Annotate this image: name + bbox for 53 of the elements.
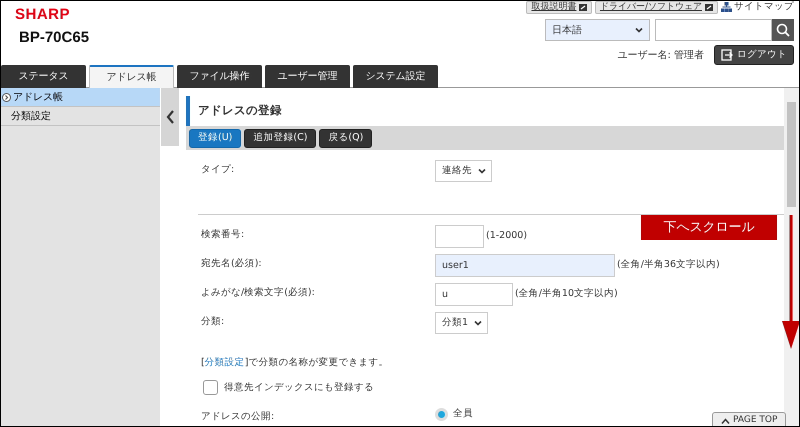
page-top-button[interactable]: PAGE TOP [712, 412, 786, 426]
chevron-up-icon [721, 418, 730, 424]
logout-icon [721, 49, 733, 62]
logout-button[interactable]: ログアウト [714, 45, 794, 66]
action-button[interactable]: 登録(U) [189, 128, 242, 148]
chevron-circle-icon [2, 92, 11, 102]
hierarchy-icon [720, 2, 732, 12]
action-button[interactable]: 追加登録(C) [244, 128, 316, 148]
hint-text: (全角/半角36文字以内) [617, 258, 720, 272]
user-name-label: ユーザー名: 管理者 [617, 48, 704, 63]
caret-icon [474, 320, 482, 326]
collapse-handle[interactable] [161, 88, 179, 146]
checkbox[interactable] [203, 380, 218, 396]
input-field[interactable]: user1 [435, 254, 615, 277]
checkbox-label: 得意先インデックスにも登録する [224, 380, 374, 395]
nav-tab[interactable]: アドレス帳 [89, 65, 174, 88]
nav-tab[interactable]: システム設定 [353, 65, 438, 88]
language-select[interactable]: 日本語 [545, 19, 650, 42]
field-label: タイプ: [201, 163, 236, 177]
field-label: 宛先名(必須): [201, 257, 263, 271]
field-label: よみがな/検索文字(必須): [201, 286, 316, 300]
scroll-down-annotation: 下へスクロール [641, 215, 777, 240]
chevron-left-icon [166, 110, 174, 124]
field-label: 分類: [201, 315, 226, 329]
nav-tab[interactable]: ユーザー管理 [265, 65, 350, 88]
search-icon [776, 23, 790, 38]
field-label: アドレスの公開: [201, 410, 276, 424]
model-name: BP-70C65 [19, 30, 90, 45]
hint-text: (1-2000) [486, 229, 528, 244]
input-field[interactable] [435, 225, 484, 248]
search-button[interactable] [772, 19, 794, 42]
dropdown[interactable]: 分類1 [435, 312, 488, 334]
radio-label: 全員 [453, 407, 473, 422]
manual-link[interactable]: 取扱説明書 [526, 1, 592, 14]
manual-link[interactable]: ドライバー/ソフトウェア [594, 1, 718, 14]
nav-tab[interactable]: ステータス [1, 65, 86, 88]
search-field[interactable] [655, 19, 772, 42]
caret-icon [635, 27, 643, 34]
logo-text: SHARP [15, 7, 72, 22]
category-settings-link[interactable]: 分類設定 [204, 357, 245, 368]
caret-icon [478, 168, 486, 174]
external-link-icon [705, 4, 713, 11]
radio-button[interactable] [435, 408, 448, 421]
dropdown[interactable]: 連絡先 [435, 160, 492, 182]
sidebar-item[interactable]: アドレス帳 [1, 88, 160, 107]
note-text: [分類設定]で分類の名称が変更できます。 [201, 356, 388, 370]
sitemap-link[interactable]: サイトマップ [720, 1, 794, 14]
input-field[interactable]: u [435, 283, 513, 306]
hint-text: (全角/半角10文字以内) [515, 287, 618, 302]
field-label: 検索番号: [201, 228, 246, 242]
external-link-icon [579, 4, 588, 11]
nav-tab[interactable]: ファイル操作 [177, 65, 262, 88]
action-button[interactable]: 戻る(Q) [319, 128, 372, 148]
